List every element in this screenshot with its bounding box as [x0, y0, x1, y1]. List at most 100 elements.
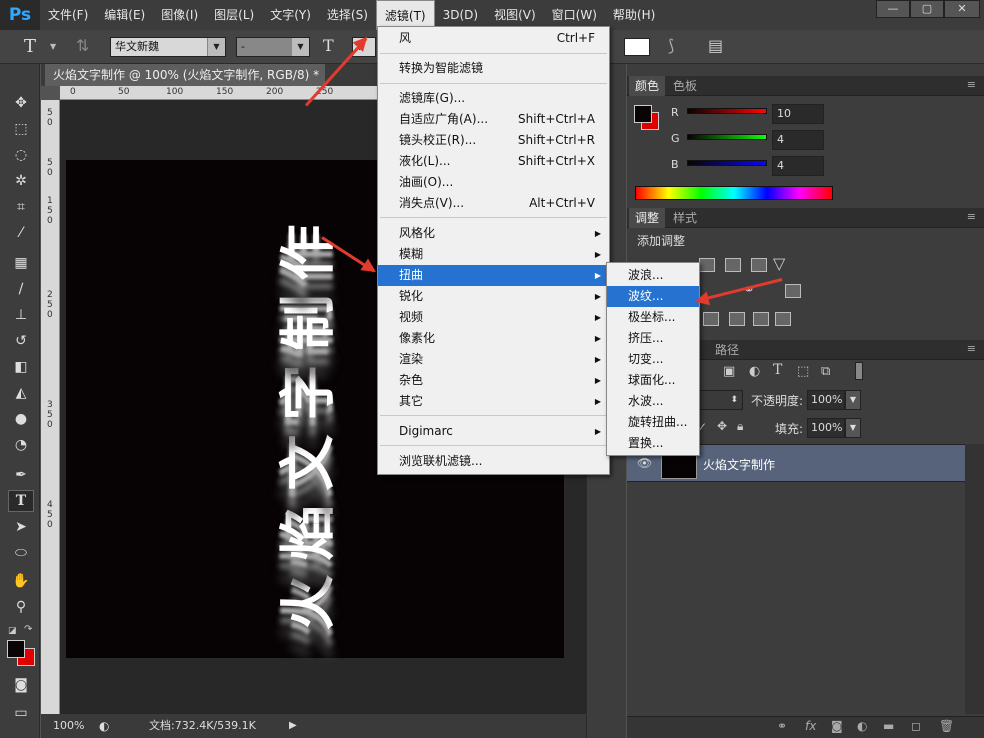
layers-scrollbar[interactable]: [965, 444, 984, 714]
font-family-select[interactable]: 华文新魏 ▼: [110, 37, 226, 57]
tab-paths[interactable]: 路径: [709, 340, 745, 360]
submenu-item-pinch[interactable]: 挤压...: [607, 328, 699, 349]
history-brush-tool-icon[interactable]: ↺: [8, 330, 34, 352]
color-panel-fg-swatch[interactable]: [634, 105, 652, 123]
orientation-toggle-icon[interactable]: ⇅: [76, 36, 89, 55]
type-tool-icon[interactable]: T: [8, 490, 34, 512]
panel-menu-icon[interactable]: ≡: [967, 78, 976, 91]
menu-type[interactable]: 文字(Y): [262, 0, 319, 30]
menu-item-lens-correction[interactable]: 镜头校正(R)... Shift+Ctrl+R: [378, 130, 609, 151]
tab-styles[interactable]: 样式: [667, 208, 703, 228]
clone-stamp-tool-icon[interactable]: ⊥: [8, 304, 34, 326]
b-value-field[interactable]: 4: [772, 156, 824, 176]
chevron-down-icon[interactable]: ▼: [845, 418, 861, 438]
submenu-item-displace[interactable]: 置换...: [607, 433, 699, 454]
color-spectrum[interactable]: [635, 186, 833, 200]
menu-layer[interactable]: 图层(L): [206, 0, 262, 30]
adjustment-layer-icon[interactable]: ◐: [857, 719, 867, 733]
menu-item-blur[interactable]: 模糊 ▶: [378, 244, 609, 265]
opacity-field[interactable]: 100%: [807, 390, 845, 410]
font-style-select[interactable]: - ▼: [236, 37, 310, 57]
menu-item-liquify[interactable]: 液化(L)... Shift+Ctrl+X: [378, 151, 609, 172]
healing-brush-tool-icon[interactable]: ▦: [8, 252, 34, 274]
filter-type-icon[interactable]: T: [773, 362, 782, 378]
screen-mode-icon[interactable]: ▭: [8, 702, 34, 724]
eraser-tool-icon[interactable]: ◧: [8, 356, 34, 378]
quick-mask-icon[interactable]: ◙: [8, 674, 34, 696]
brightness-icon[interactable]: [699, 258, 715, 272]
zoom-level[interactable]: 100%: [53, 714, 84, 738]
paint-bucket-tool-icon[interactable]: ◭: [8, 382, 34, 404]
fx-icon[interactable]: fx: [805, 719, 816, 733]
fill-field[interactable]: 100%: [807, 418, 845, 438]
group-folder-icon[interactable]: ▬: [883, 719, 894, 733]
text-color-swatch[interactable]: [624, 38, 650, 56]
lock-position-icon[interactable]: ✥: [717, 419, 727, 433]
submenu-item-shear[interactable]: 切变...: [607, 349, 699, 370]
hand-tool-icon[interactable]: ✋: [8, 570, 34, 592]
r-value-field[interactable]: 10: [772, 104, 824, 124]
menu-item-adaptive-wide-angle[interactable]: 自适应广角(A)... Shift+Ctrl+A: [378, 109, 609, 130]
foreground-color-swatch[interactable]: [7, 640, 25, 658]
zoom-tool-icon[interactable]: ⚲: [8, 596, 34, 618]
submenu-item-polar-coordinates[interactable]: 极坐标...: [607, 307, 699, 328]
layer-name[interactable]: 火焰文字制作: [703, 456, 775, 473]
tab-swatches[interactable]: 色板: [667, 76, 703, 96]
trash-icon[interactable]: 🗑︎: [939, 719, 954, 733]
curves-icon[interactable]: [725, 258, 741, 272]
default-colors-icon[interactable]: ◪: [8, 626, 17, 636]
menu-file[interactable]: 文件(F): [40, 0, 96, 30]
filter-pixel-icon[interactable]: ▣: [723, 364, 735, 379]
swap-colors-icon[interactable]: ↷: [24, 624, 32, 635]
eyedropper-tool-icon[interactable]: ⁄: [8, 222, 34, 244]
menu-item-oil-paint[interactable]: 油画(O)...: [378, 172, 609, 193]
menu-help[interactable]: 帮助(H): [605, 0, 663, 30]
type-tool-icon[interactable]: T: [24, 36, 36, 57]
filter-toggle[interactable]: [855, 362, 863, 380]
b-slider[interactable]: [687, 160, 767, 166]
selective-color-icon[interactable]: [775, 312, 791, 326]
chevron-down-icon[interactable]: ▼: [845, 390, 861, 410]
menu-image[interactable]: 图像(I): [153, 0, 206, 30]
warp-text-icon[interactable]: ⟆: [668, 36, 674, 55]
submenu-item-twirl[interactable]: 旋转扭曲...: [607, 412, 699, 433]
g-slider[interactable]: [687, 134, 767, 140]
menu-item-filter-gallery[interactable]: 滤镜库(G)...: [378, 88, 609, 109]
ellipse-tool-icon[interactable]: ⬭: [8, 542, 34, 564]
minimize-icon[interactable]: —: [876, 0, 910, 18]
filter-shape-icon[interactable]: ⬚: [797, 364, 809, 379]
link-layers-icon[interactable]: ⚭: [777, 719, 787, 733]
menu-select[interactable]: 选择(S): [319, 0, 376, 30]
pen-tool-icon[interactable]: ✒: [8, 464, 34, 486]
menu-item-vanishing-point[interactable]: 消失点(V)... Alt+Ctrl+V: [378, 193, 609, 214]
filter-adjust-icon[interactable]: ◐: [749, 364, 760, 379]
tab-color[interactable]: 颜色: [629, 76, 666, 96]
filter-smart-object-icon[interactable]: ⧉: [821, 364, 830, 379]
brush-tool-icon[interactable]: ∕: [8, 278, 34, 300]
menu-item-sharpen[interactable]: 锐化 ▶: [378, 286, 609, 307]
blur-tool-icon[interactable]: ●: [8, 408, 34, 430]
gradient-map-icon[interactable]: [753, 312, 769, 326]
chevron-down-icon[interactable]: ▼: [50, 42, 56, 51]
character-panel-icon[interactable]: ▤: [708, 36, 723, 55]
close-icon[interactable]: ✕: [944, 0, 980, 18]
exposure-icon[interactable]: [751, 258, 767, 272]
menu-item-pixelate[interactable]: 像素化 ▶: [378, 328, 609, 349]
status-info-icon[interactable]: ◐: [99, 714, 109, 738]
add-mask-icon[interactable]: ◙: [831, 719, 843, 733]
r-slider[interactable]: [687, 108, 767, 114]
menu-item-stylize[interactable]: 风格化 ▶: [378, 223, 609, 244]
menu-item-video[interactable]: 视频 ▶: [378, 307, 609, 328]
status-menu-arrow-icon[interactable]: ▶: [289, 714, 297, 738]
document-tab[interactable]: 火焰文字制作 @ 100% (火焰文字制作, RGB/8) *: [45, 64, 325, 86]
vibrance-icon[interactable]: ▽: [773, 254, 785, 273]
move-tool-icon[interactable]: ✥: [8, 92, 34, 114]
menu-item-distort[interactable]: 扭曲 ▶: [378, 265, 609, 286]
menu-item-convert-smart-filter[interactable]: 转换为智能滤镜: [378, 58, 609, 79]
lock-all-icon[interactable]: 🔒︎: [737, 419, 743, 434]
menu-item-other[interactable]: 其它 ▶: [378, 391, 609, 412]
threshold-icon[interactable]: [729, 312, 745, 326]
path-selection-tool-icon[interactable]: ➤: [8, 516, 34, 538]
menu-item-render[interactable]: 渲染 ▶: [378, 349, 609, 370]
maximize-icon[interactable]: ▢: [910, 0, 944, 18]
